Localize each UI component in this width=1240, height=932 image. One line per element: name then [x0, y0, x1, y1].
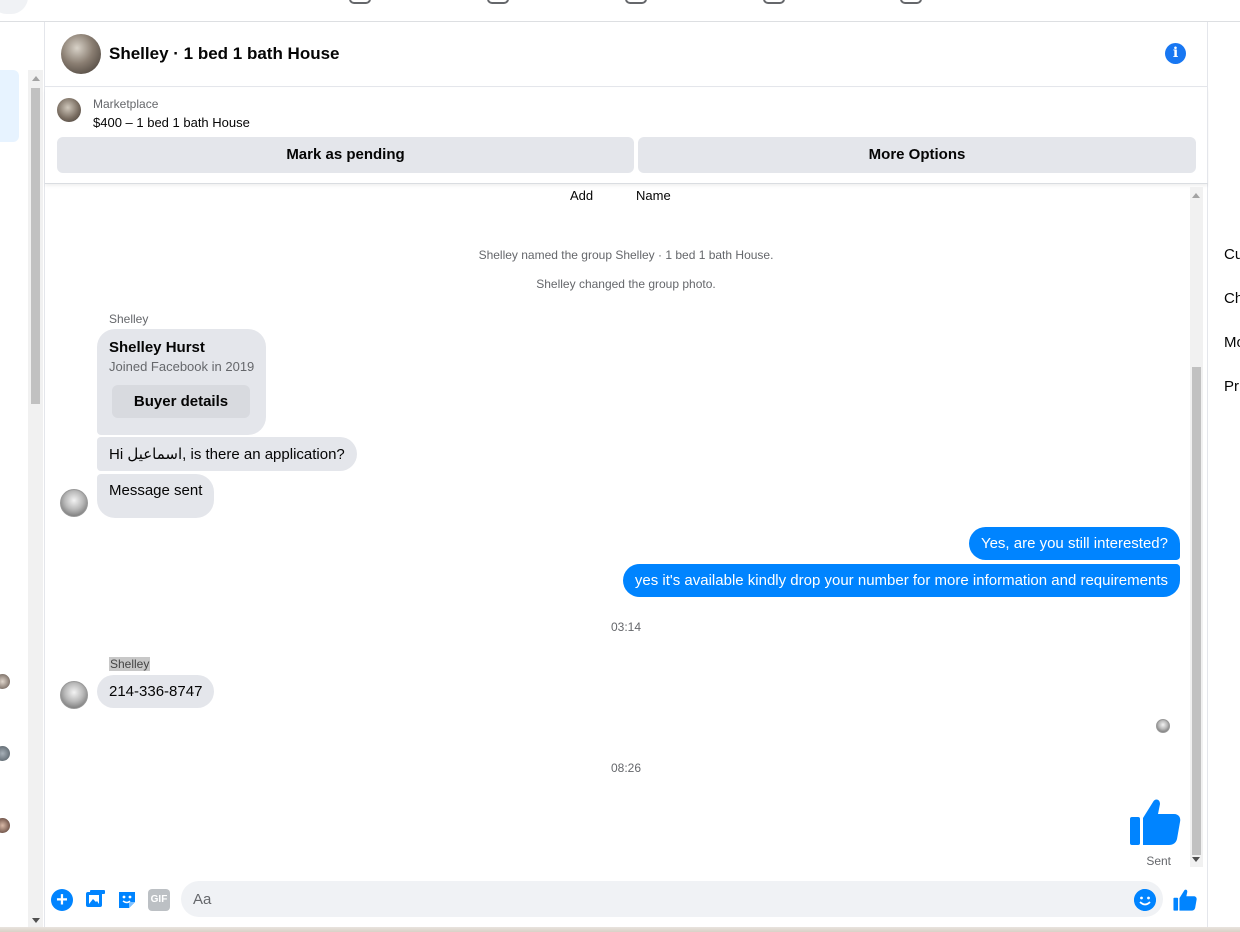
thumbs-up-icon[interactable]	[1129, 796, 1181, 848]
marketplace-listing-bar: Marketplace $400 – 1 bed 1 bath House Ma…	[45, 88, 1208, 184]
sent-status: Sent	[1146, 854, 1171, 868]
buyer-profile-card: Shelley Hurst Joined Facebook in 2019 Bu…	[97, 329, 266, 435]
photo-icon[interactable]	[84, 889, 106, 911]
sender-avatar[interactable]	[60, 681, 88, 709]
incoming-message[interactable]: Hi اسماعيل, is there an application?	[97, 437, 357, 471]
details-menu-item[interactable]: Mo	[1224, 334, 1240, 351]
incoming-message[interactable]: Message sent	[97, 474, 215, 518]
scroll-down-arrow-icon[interactable]	[1192, 857, 1200, 862]
conversation-panel: Shelley · 1 bed 1 bath House i Marketpla…	[44, 22, 1208, 932]
add-action[interactable]: Add	[570, 188, 593, 203]
message-input[interactable]	[181, 881, 1163, 917]
window-bottom-edge	[0, 927, 1240, 932]
sender-avatar[interactable]	[60, 489, 88, 517]
message-composer: + GIF	[45, 878, 1208, 932]
selected-chat-item[interactable]	[0, 70, 19, 142]
name-action[interactable]: Name	[636, 188, 671, 203]
thumbs-up-icon[interactable]	[1173, 888, 1197, 912]
chat-avatar[interactable]	[0, 746, 10, 761]
top-navigation-bar	[0, 0, 1240, 22]
conversation-title[interactable]: Shelley · 1 bed 1 bath House	[109, 44, 340, 64]
sidebar-scrollbar[interactable]	[28, 70, 43, 928]
scroll-down-arrow-icon[interactable]	[32, 918, 40, 923]
listing-thumbnail[interactable]	[57, 98, 81, 122]
listing-title[interactable]: $400 – 1 bed 1 bath House	[93, 115, 250, 130]
sender-name: Shelley	[109, 657, 151, 671]
watch-nav-icon[interactable]	[487, 0, 509, 4]
scrollbar-thumb[interactable]	[31, 88, 40, 404]
sender-name: Shelley	[109, 312, 149, 326]
message-timestamp: 08:26	[610, 761, 642, 775]
plus-icon[interactable]: +	[51, 889, 73, 911]
search-pill[interactable]	[0, 0, 28, 14]
buyer-joined-date: Joined Facebook in 2019	[109, 359, 255, 374]
conversation-header: Shelley · 1 bed 1 bath House i	[45, 22, 1208, 87]
scroll-up-arrow-icon[interactable]	[32, 76, 40, 81]
gif-icon[interactable]: GIF	[148, 889, 170, 911]
details-menu-item[interactable]: Cu	[1224, 246, 1240, 263]
details-menu-item[interactable]: Ch	[1224, 290, 1240, 307]
group-photo-event: Shelley changed the group photo.	[536, 277, 716, 291]
marketplace-nav-icon[interactable]	[625, 0, 647, 4]
conversation-scrollbar[interactable]	[1190, 187, 1203, 867]
outgoing-message[interactable]: Yes, are you still interested?	[968, 527, 1180, 560]
mark-as-pending-button[interactable]: Mark as pending	[57, 137, 634, 173]
info-icon[interactable]: i	[1165, 43, 1186, 64]
home-nav-icon[interactable]	[349, 0, 371, 4]
outgoing-message[interactable]: yes it's available kindly drop your numb…	[622, 564, 1180, 597]
message-timestamp: 03:14	[610, 620, 642, 634]
chat-avatar[interactable]	[0, 674, 10, 689]
incoming-message[interactable]: 214-336-8747	[97, 675, 215, 708]
more-options-button[interactable]: More Options	[638, 137, 1196, 173]
groups-nav-icon[interactable]	[763, 0, 785, 4]
buyer-details-button[interactable]: Buyer details	[112, 385, 250, 418]
sticker-icon[interactable]	[116, 889, 138, 911]
marketplace-label: Marketplace	[93, 97, 159, 111]
conversation-details-panel: Cu Ch Mo Pri	[1209, 22, 1240, 932]
emoji-icon[interactable]	[1134, 889, 1156, 911]
scrollbar-thumb[interactable]	[1192, 367, 1201, 855]
read-receipt-avatar	[1156, 719, 1170, 733]
chat-list-sidebar	[0, 22, 28, 932]
buyer-name: Shelley Hurst	[109, 339, 205, 356]
gaming-nav-icon[interactable]	[900, 0, 922, 4]
group-renamed-event: Shelley named the group Shelley · 1 bed …	[478, 248, 774, 262]
chat-avatar[interactable]	[0, 818, 10, 833]
scroll-up-arrow-icon[interactable]	[1192, 193, 1200, 198]
messenger-window: Shelley · 1 bed 1 bath House i Marketpla…	[0, 0, 1240, 932]
group-avatar[interactable]	[61, 34, 101, 74]
details-menu-item[interactable]: Pri	[1224, 378, 1240, 395]
